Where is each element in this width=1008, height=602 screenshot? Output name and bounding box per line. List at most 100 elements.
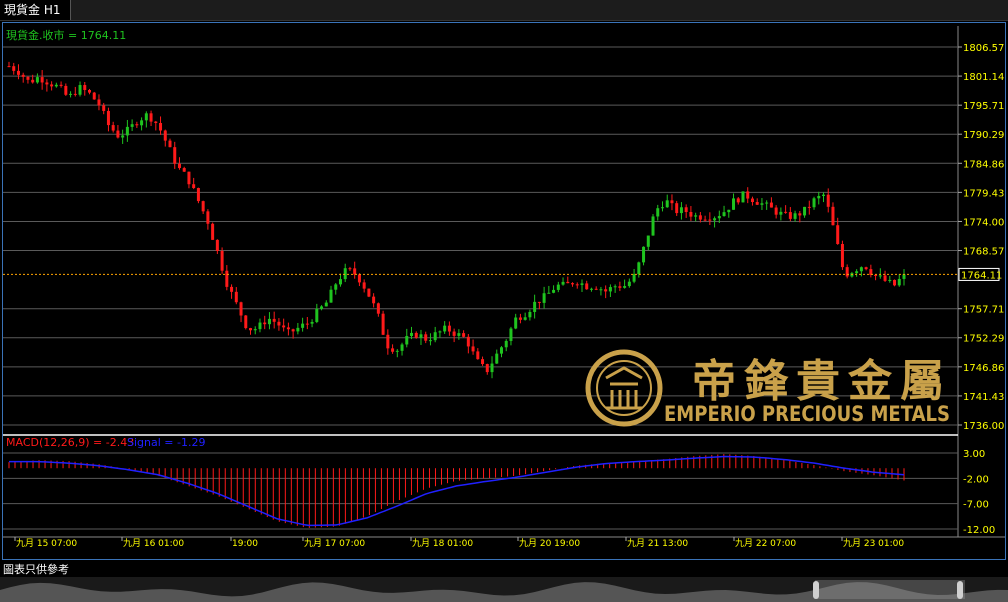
candle-up — [561, 281, 565, 285]
candle-up — [140, 120, 144, 126]
candle-down — [163, 130, 167, 141]
candle-down — [220, 251, 224, 271]
candle-up — [608, 287, 612, 292]
candle-down — [225, 270, 229, 287]
candle-down — [471, 346, 475, 352]
scroll-window[interactable] — [815, 580, 965, 599]
candle-up — [627, 281, 631, 287]
candle-down — [305, 323, 309, 325]
candle-up — [902, 274, 906, 279]
macd-legend: MACD(12,26,9) = -2.43 — [6, 436, 134, 449]
candle-down — [585, 283, 589, 290]
candle-down — [215, 239, 219, 252]
candle-up — [533, 301, 537, 312]
candle-up — [419, 334, 423, 338]
candle-down — [234, 291, 238, 303]
candle-up — [878, 275, 882, 277]
candle-down — [159, 122, 163, 131]
candle-up — [660, 207, 664, 209]
candle-up — [267, 318, 271, 325]
candle-up — [613, 286, 617, 288]
candle-down — [604, 289, 608, 292]
candle-up — [542, 293, 546, 303]
candle-down — [537, 301, 541, 303]
candle-down — [684, 207, 688, 212]
candle-down — [769, 202, 773, 208]
candle-down — [414, 332, 418, 338]
candle-down — [750, 198, 754, 203]
candle-down — [277, 321, 281, 326]
candle-down — [26, 76, 30, 80]
chart-scrollbar[interactable] — [0, 577, 1008, 602]
candle-down — [845, 267, 849, 277]
price-tick-label: 1790.29 — [963, 130, 1004, 141]
candle-down — [88, 89, 92, 93]
candle-down — [111, 125, 115, 131]
candle-up — [855, 271, 859, 274]
candle-down — [173, 147, 177, 164]
candle-down — [703, 219, 707, 221]
candle-down — [92, 92, 96, 100]
candle-up — [779, 211, 783, 215]
candle-down — [736, 198, 740, 203]
candle-up — [428, 340, 432, 342]
candle-up — [817, 195, 821, 199]
candle-down — [187, 171, 191, 185]
candle-down — [571, 283, 575, 285]
candle-down — [59, 84, 63, 86]
price-legend: 現貨金.收市 = 1764.11 — [6, 28, 126, 42]
candle-up — [144, 113, 148, 121]
candle-up — [410, 332, 414, 336]
candle-down — [618, 286, 622, 288]
candle-down — [774, 207, 778, 215]
candle-down — [594, 288, 598, 290]
candle-up — [727, 209, 731, 213]
candle-down — [249, 328, 253, 331]
candle-down — [286, 327, 290, 330]
disclaimer-text: 圖表只供參考 — [3, 563, 69, 576]
chart-canvas[interactable]: 1806.57 1801.14 1795.71 1790.29 1784.86 1779.… — [0, 0, 1008, 577]
candle-down — [135, 124, 139, 126]
candle-down — [746, 191, 750, 199]
candle-up — [495, 353, 499, 364]
candle-down — [211, 223, 215, 240]
candle-down — [807, 206, 811, 208]
candle-up — [760, 203, 764, 205]
candle-up — [642, 246, 646, 263]
candle-up — [490, 363, 494, 373]
candle-down — [154, 121, 158, 123]
candle-up — [315, 308, 319, 322]
candle-up — [656, 208, 660, 217]
candle-up — [69, 93, 73, 95]
candle-down — [244, 315, 248, 329]
time-tick-label: 九月 21 13:00 — [627, 538, 688, 549]
candle-up — [35, 77, 39, 83]
scroll-handle-left[interactable] — [813, 581, 819, 599]
candle-up — [589, 288, 593, 290]
candle-up — [400, 344, 404, 351]
candle-up — [717, 216, 721, 219]
macd-tick-label: -2.00 — [963, 474, 989, 485]
candle-up — [405, 335, 409, 345]
candle-down — [45, 82, 49, 85]
candle-down — [788, 212, 792, 219]
signal-legend: Signal = -1.29 — [127, 436, 205, 449]
price-tick-label: 1784.86 — [963, 159, 1004, 170]
candle-down — [50, 84, 54, 87]
candle-down — [263, 322, 267, 325]
candle-up — [320, 306, 324, 309]
candle-down — [362, 282, 366, 289]
candle-down — [476, 351, 480, 360]
candle-up — [812, 198, 816, 208]
logo-english-text: EMPERIO PRECIOUS METALS — [664, 402, 950, 426]
candle-up — [793, 213, 797, 219]
candle-up — [395, 350, 399, 352]
candle-up — [301, 323, 305, 328]
candle-down — [177, 163, 181, 169]
candle-down — [462, 333, 466, 337]
candle-down — [670, 200, 674, 204]
candle-up — [888, 279, 892, 281]
scroll-handle-right[interactable] — [957, 581, 963, 599]
candle-down — [566, 281, 570, 284]
price-tick-label: 1801.14 — [963, 72, 1004, 83]
